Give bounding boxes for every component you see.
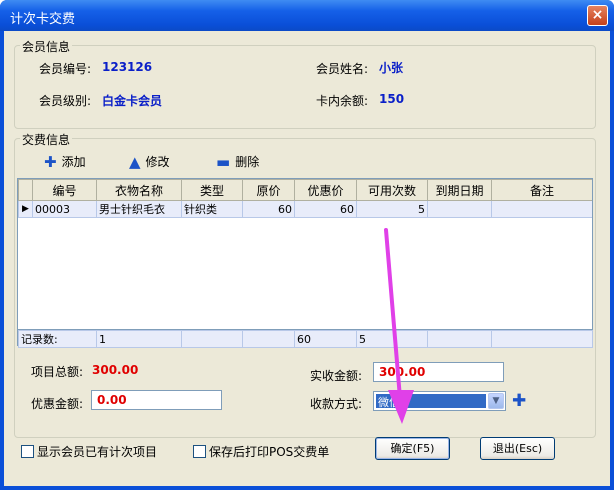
footer-empty: [181, 330, 243, 348]
discount-amount-input[interactable]: 0.00: [91, 390, 222, 410]
column-header[interactable]: 类型: [181, 179, 243, 201]
table-row[interactable]: ▶ 00003 男士针织毛衣 针织类 60 60 5: [18, 200, 592, 218]
member-no-label: 会员编号:: [39, 62, 92, 76]
edit-button[interactable]: ▲ 修改: [129, 153, 170, 170]
payment-method-value: 微信: [376, 394, 486, 409]
cell-note[interactable]: [491, 200, 592, 218]
column-header[interactable]: 原价: [242, 179, 295, 201]
checkbox-box[interactable]: [193, 445, 206, 458]
chevron-down-icon[interactable]: ▼: [488, 393, 504, 409]
column-header[interactable]: 备注: [491, 179, 592, 201]
item-total-value: 300.00: [92, 363, 139, 377]
dialog-window: 计次卡交费 × 会员信息 会员编号: 123126 会员姓名: 小张 会员级别:…: [0, 0, 614, 490]
cell-discount-price[interactable]: 60: [294, 200, 357, 218]
column-header[interactable]: 到期日期: [427, 179, 492, 201]
member-info-group: 会员信息: [14, 38, 596, 129]
print-after-save-checkbox[interactable]: 保存后打印POS交费单: [193, 443, 329, 460]
show-existing-items-label: 显示会员已有计次项目: [37, 445, 158, 459]
triangle-up-icon: ▲: [129, 152, 141, 171]
cell-type[interactable]: 针织类: [181, 200, 243, 218]
item-total-label: 项目总额:: [31, 365, 84, 379]
balance-label: 卡内余额:: [316, 94, 369, 108]
member-no-value: 123126: [102, 60, 153, 74]
add-payment-method-button[interactable]: ✚: [512, 391, 526, 411]
print-after-save-label: 保存后打印POS交费单: [209, 445, 330, 459]
member-name-label: 会员姓名:: [316, 62, 369, 76]
payment-method-label: 收款方式:: [310, 397, 363, 411]
footer-records-label: 记录数:: [18, 330, 97, 348]
add-button-label: 添加: [61, 155, 86, 169]
checkbox-box[interactable]: [21, 445, 34, 458]
title-bar[interactable]: 计次卡交费 ×: [0, 0, 614, 31]
column-header[interactable]: 编号: [32, 179, 97, 201]
grid-header-row: 编号 衣物名称 类型 原价 优惠价 可用次数 到期日期 备注: [18, 179, 592, 201]
member-name-value: 小张: [379, 61, 404, 75]
footer-empty: [427, 330, 492, 348]
row-indicator-icon: ▶: [18, 200, 33, 218]
grid-footer-row: 记录数: 1 60 5: [17, 329, 593, 348]
column-header[interactable]: 优惠价: [294, 179, 357, 201]
cell-count[interactable]: 5: [356, 200, 428, 218]
close-button[interactable]: ×: [587, 5, 608, 26]
delete-button-label: 删除: [235, 155, 260, 169]
minus-icon: ▬: [216, 152, 231, 171]
cell-name[interactable]: 男士针织毛衣: [96, 200, 182, 218]
dialog-client: 会员信息 会员编号: 123126 会员姓名: 小张 会员级别: 白金卡会员 卡…: [4, 31, 610, 486]
column-header[interactable]: 可用次数: [356, 179, 428, 201]
edit-button-label: 修改: [145, 155, 170, 169]
cell-expiry[interactable]: [427, 200, 492, 218]
footer-count-total: 5: [356, 330, 428, 348]
member-level-value: 白金卡会员: [102, 94, 163, 108]
cell-price[interactable]: 60: [242, 200, 295, 218]
delete-button[interactable]: ▬ 删除: [216, 153, 259, 170]
add-button[interactable]: ✚ 添加: [44, 153, 86, 170]
plus-icon: ✚: [44, 152, 57, 171]
footer-empty: [491, 330, 593, 348]
balance-value: 150: [379, 92, 405, 106]
fee-items-grid[interactable]: 编号 衣物名称 类型 原价 优惠价 可用次数 到期日期 备注 ▶ 00003 男: [17, 178, 593, 346]
confirm-button[interactable]: 确定(F5): [375, 437, 450, 460]
discount-label: 优惠金额:: [31, 397, 84, 411]
received-amount-input[interactable]: 300.00: [373, 362, 504, 382]
member-level-label: 会员级别:: [39, 94, 92, 108]
grid-header-indicator: [18, 179, 33, 201]
footer-empty: [242, 330, 295, 348]
cell-no[interactable]: 00003: [32, 200, 97, 218]
payment-method-select[interactable]: 微信 ▼: [373, 391, 506, 411]
fee-info-legend: 交费信息: [20, 131, 73, 148]
footer-records-count: 1: [96, 330, 182, 348]
show-existing-items-checkbox[interactable]: 显示会员已有计次项目: [21, 443, 157, 460]
exit-button[interactable]: 退出(Esc): [480, 437, 555, 460]
window-title: 计次卡交费: [10, 12, 76, 27]
member-info-legend: 会员信息: [20, 38, 73, 55]
footer-discount-total: 60: [294, 330, 357, 348]
column-header[interactable]: 衣物名称: [96, 179, 182, 201]
received-label: 实收金额:: [310, 369, 363, 383]
